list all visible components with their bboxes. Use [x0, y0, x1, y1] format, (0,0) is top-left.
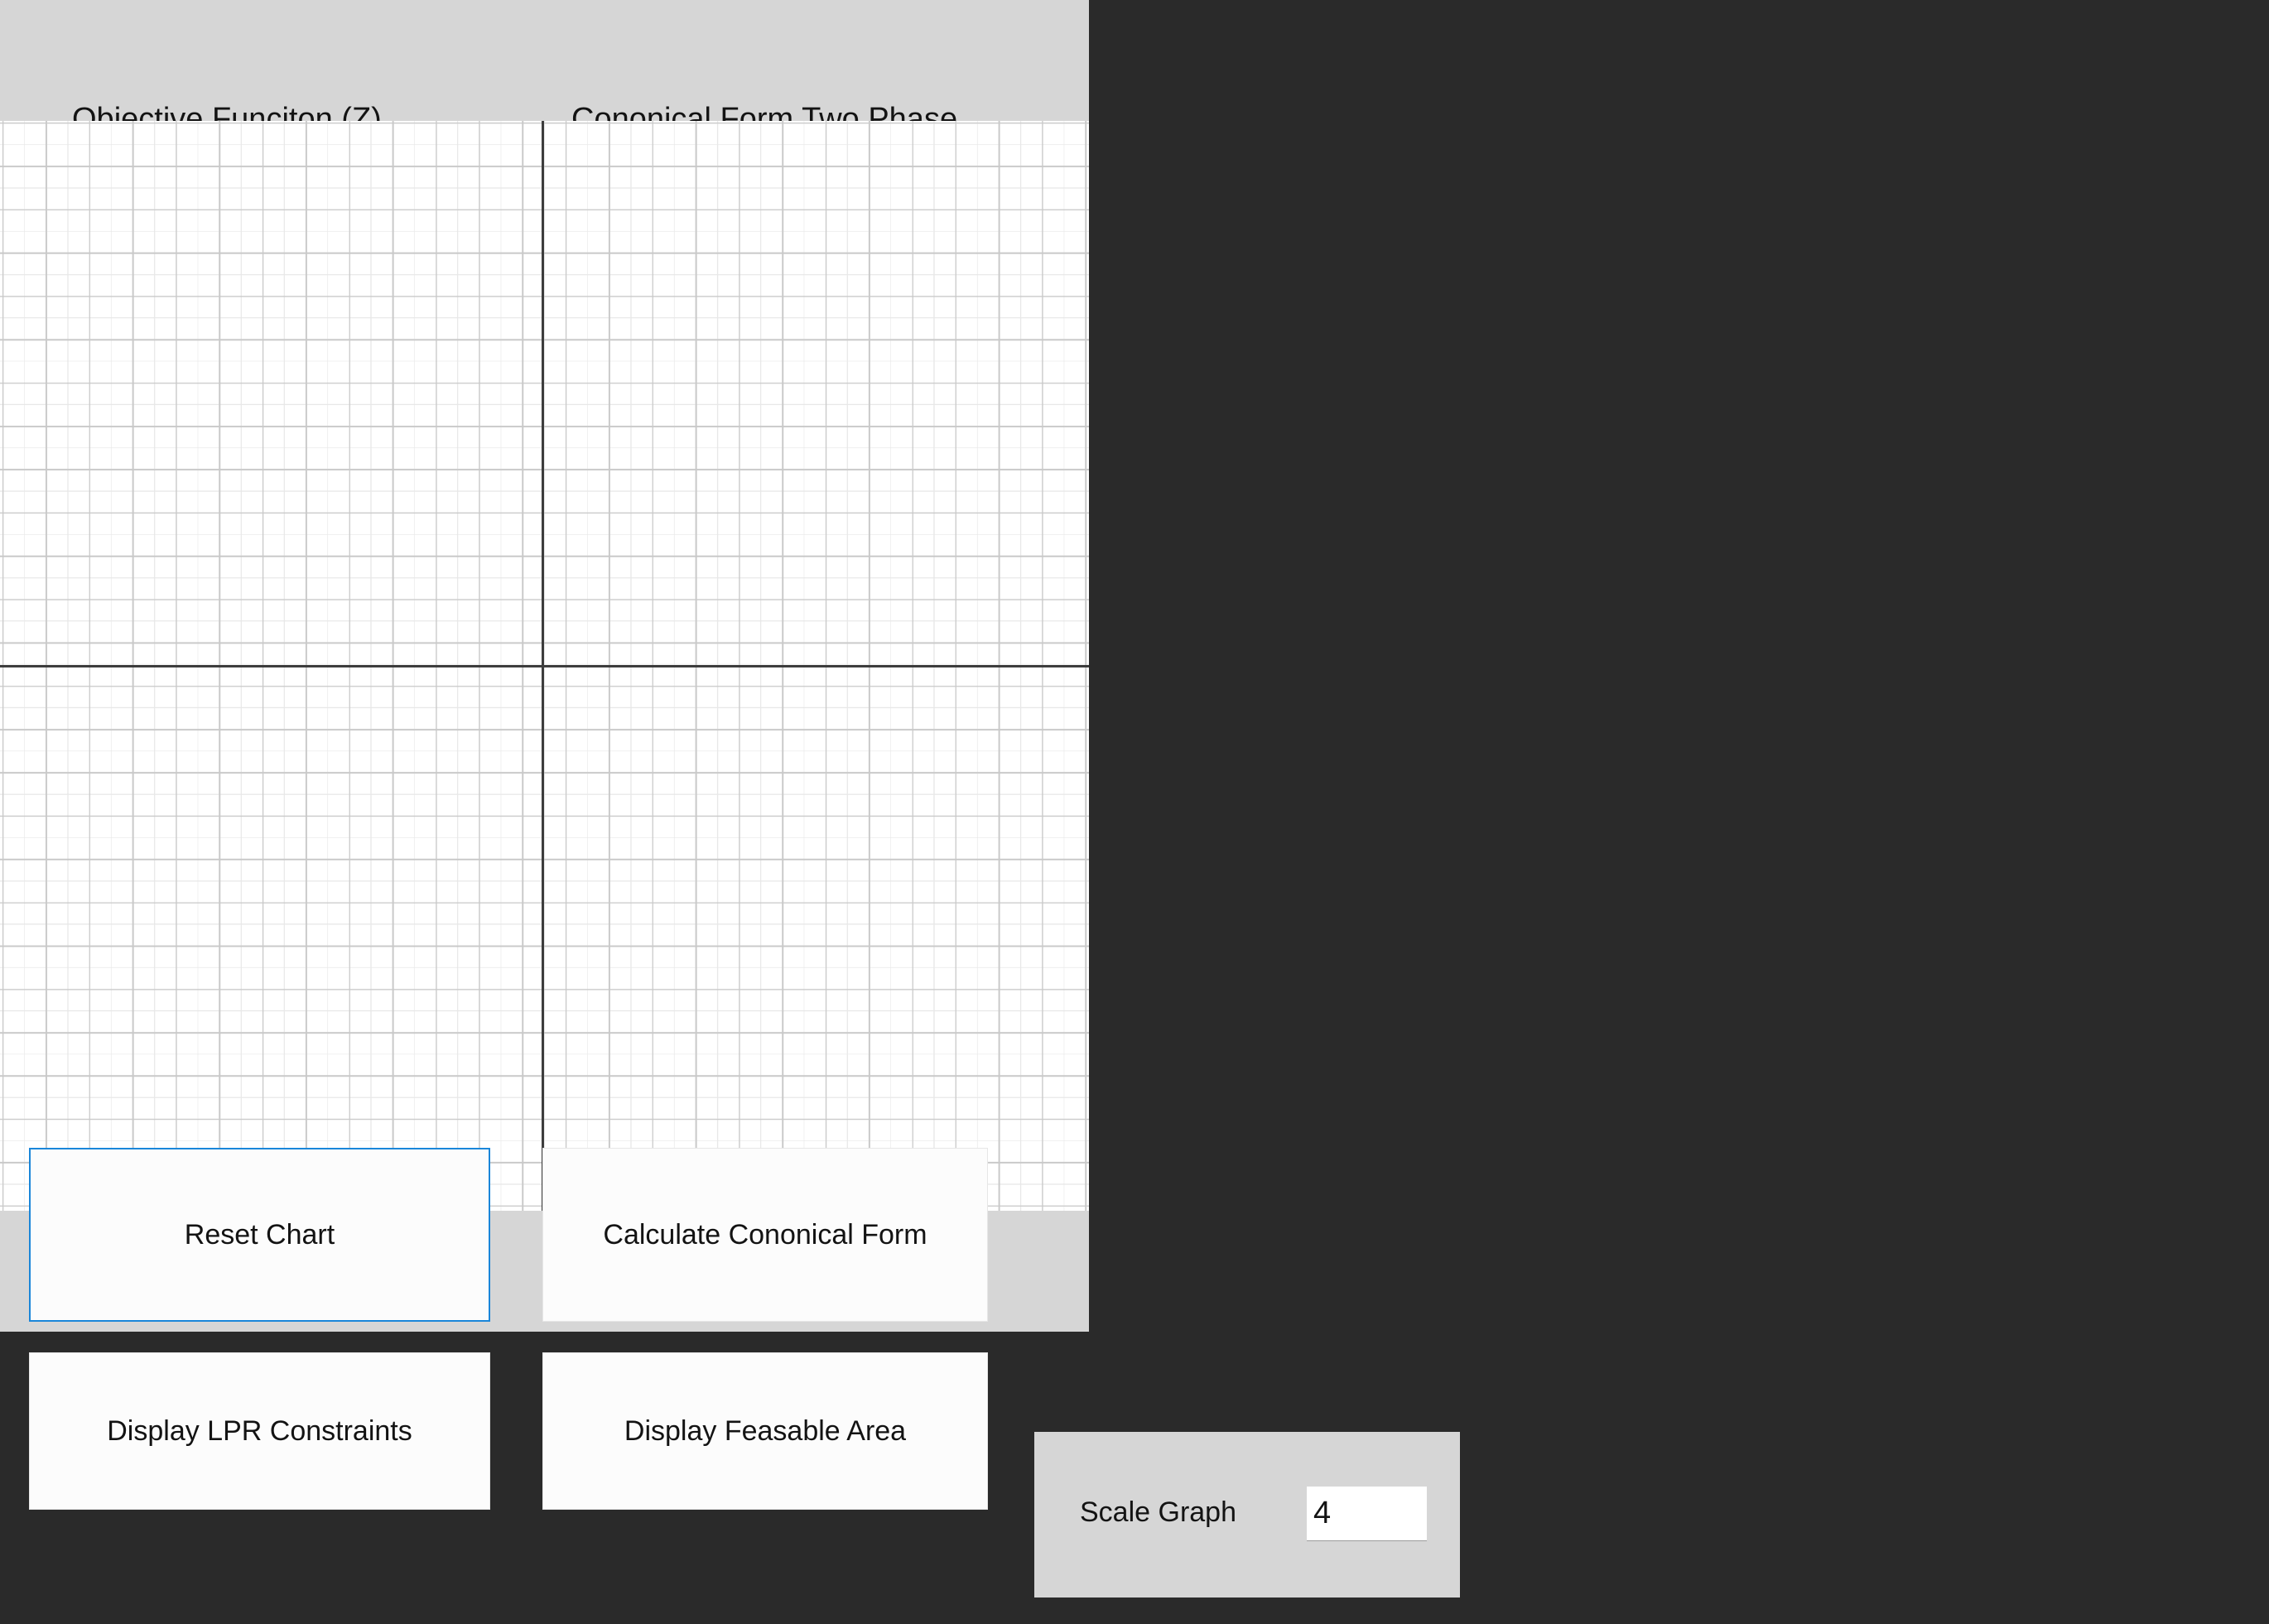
y-axis-line: [542, 121, 544, 1211]
display-feasable-area-button[interactable]: Display Feasable Area: [542, 1352, 988, 1510]
scale-graph-panel: Scale Graph: [1034, 1432, 1460, 1597]
display-lpr-constraints-button[interactable]: Display LPR Constraints: [29, 1352, 490, 1510]
scale-graph-label: Scale Graph: [1080, 1496, 1236, 1528]
reset-chart-button[interactable]: Reset Chart: [29, 1148, 490, 1322]
cartesian-grid-plot[interactable]: [0, 121, 1089, 1211]
graph-panel: [0, 0, 1089, 1332]
calculate-cononical-form-button[interactable]: Calculate Cononical Form: [542, 1148, 988, 1322]
scale-graph-input[interactable]: [1307, 1487, 1427, 1541]
x-axis-line: [0, 665, 1089, 667]
